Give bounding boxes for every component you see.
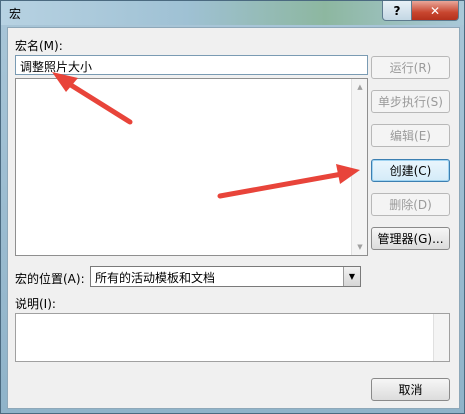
location-value: 所有的活动模板和文档 bbox=[95, 271, 216, 285]
run-button-label: 运行(R) bbox=[389, 61, 432, 75]
dialog-client-area: 宏名(M): 调整照片大小 ▲ ▼ 运行(R) 单步执行(S) 编辑(E) 创建… bbox=[7, 27, 460, 409]
organizer-button-label: 管理器(G)... bbox=[377, 232, 444, 246]
description-box[interactable] bbox=[15, 313, 450, 362]
help-button[interactable]: ? bbox=[382, 1, 412, 21]
edit-button[interactable]: 编辑(E) bbox=[371, 124, 450, 147]
title-bar: 宏 ? ✕ bbox=[1, 1, 464, 25]
macro-dialog: 宏 ? ✕ 宏名(M): 调整照片大小 ▲ ▼ 运行(R) 单步执行(S) 编辑… bbox=[0, 0, 465, 414]
macro-name-label: 宏名(M): bbox=[15, 39, 63, 53]
step-button[interactable]: 单步执行(S) bbox=[371, 90, 450, 113]
organizer-button[interactable]: 管理器(G)... bbox=[371, 227, 450, 250]
macro-list-scrollbar[interactable]: ▲ ▼ bbox=[351, 79, 367, 255]
close-icon: ✕ bbox=[429, 3, 441, 18]
macro-name-input[interactable]: 调整照片大小 bbox=[15, 55, 368, 75]
help-icon: ? bbox=[393, 3, 401, 18]
location-select[interactable]: 所有的活动模板和文档 ▼ bbox=[90, 266, 361, 287]
delete-button-label: 删除(D) bbox=[389, 198, 432, 212]
description-label: 说明(I): bbox=[15, 297, 56, 311]
macro-list[interactable]: ▲ ▼ bbox=[15, 78, 368, 256]
run-button[interactable]: 运行(R) bbox=[371, 56, 450, 79]
description-scrollbar[interactable] bbox=[433, 314, 449, 361]
location-label: 宏的位置(A): bbox=[15, 272, 85, 286]
scroll-up-icon[interactable]: ▲ bbox=[352, 79, 368, 95]
close-button[interactable]: ✕ bbox=[411, 1, 459, 21]
step-button-label: 单步执行(S) bbox=[378, 95, 443, 109]
cancel-button[interactable]: 取消 bbox=[371, 378, 450, 401]
dropdown-arrow-icon[interactable]: ▼ bbox=[343, 267, 360, 286]
dialog-title: 宏 bbox=[9, 7, 22, 21]
edit-button-label: 编辑(E) bbox=[390, 129, 431, 143]
create-button-label: 创建(C) bbox=[389, 164, 432, 178]
cancel-button-label: 取消 bbox=[398, 383, 423, 397]
create-button[interactable]: 创建(C) bbox=[371, 159, 450, 182]
scroll-down-icon[interactable]: ▼ bbox=[352, 239, 368, 255]
delete-button[interactable]: 删除(D) bbox=[371, 193, 450, 216]
macro-name-value: 调整照片大小 bbox=[20, 60, 93, 74]
